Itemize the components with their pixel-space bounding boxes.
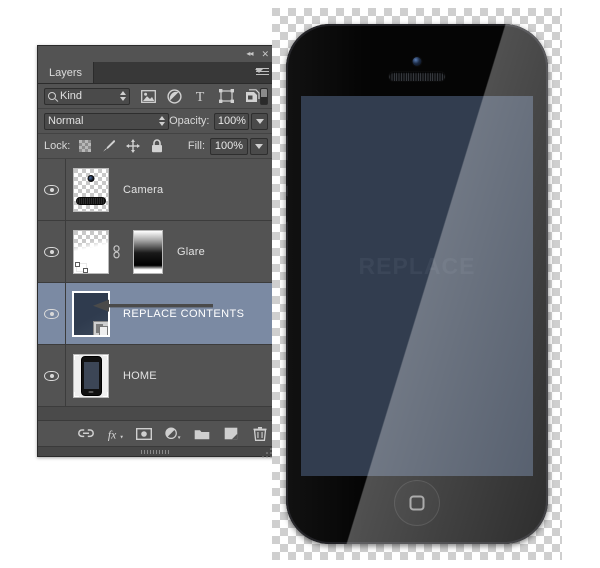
blend-mode-select[interactable]: Normal xyxy=(44,112,170,130)
eye-icon xyxy=(44,246,59,257)
home-button xyxy=(394,480,440,526)
lock-position-icon[interactable] xyxy=(126,139,141,153)
panel-titlebar: ◂◂ ✕ xyxy=(38,46,274,62)
layer-thumbnail[interactable] xyxy=(73,353,109,398)
fill-value[interactable]: 100% xyxy=(210,137,248,155)
speaker-grille-art xyxy=(76,196,106,205)
layer-visibility-toggle[interactable] xyxy=(38,283,66,344)
eye-icon xyxy=(44,184,59,195)
adjustment-layer-filter-icon[interactable] xyxy=(167,88,182,104)
layer-filter-row: Kind T xyxy=(38,84,274,109)
table-row[interactable]: REPLACE CONTENTS xyxy=(38,283,274,345)
tab-layers-label: Layers xyxy=(49,66,83,79)
table-row[interactable]: HOME xyxy=(38,345,274,407)
layer-thumbnail[interactable] xyxy=(73,229,109,274)
layer-visibility-toggle[interactable] xyxy=(38,345,66,406)
home-square-icon xyxy=(409,495,425,511)
filter-kind-select[interactable]: Kind xyxy=(44,87,130,105)
grip-handle-icon xyxy=(141,450,171,454)
link-mask-icon[interactable] xyxy=(111,230,121,274)
shape-layer-filter-icon[interactable] xyxy=(218,89,234,104)
pixel-layer-filter-icon[interactable] xyxy=(140,89,156,104)
layer-name-label: HOME xyxy=(123,369,157,382)
chevron-updown-icon xyxy=(159,116,166,126)
table-row[interactable]: Camera xyxy=(38,159,274,221)
filter-enable-toggle[interactable] xyxy=(259,87,268,105)
layer-visibility-toggle[interactable] xyxy=(38,159,66,220)
tab-layers[interactable]: Layers xyxy=(38,62,95,83)
screen-placeholder-text: Replace xyxy=(358,244,476,282)
resize-dots-icon xyxy=(262,445,272,458)
opacity-value[interactable]: 100% xyxy=(214,112,250,130)
layer-visibility-toggle[interactable] xyxy=(38,221,66,282)
layers-list: Camera Glare REPLACE CONTENTS HOME xyxy=(38,159,274,420)
vector-mask-badge-icon xyxy=(75,261,88,273)
filter-kind-label: Kind xyxy=(60,90,83,102)
layers-panel-toolbar: fx xyxy=(38,420,274,446)
eye-icon xyxy=(44,308,59,319)
volume-down-button xyxy=(286,196,288,222)
layer-name-label: REPLACE CONTENTS xyxy=(123,307,245,320)
search-icon xyxy=(48,92,56,100)
layers-panel: ◂◂ ✕ Layers Kind T Normal Opacity: 100% … xyxy=(37,45,275,458)
smart-object-badge-icon xyxy=(93,320,108,335)
svg-text:T: T xyxy=(196,90,205,103)
lock-label: Lock: xyxy=(44,140,71,152)
link-layers-icon[interactable] xyxy=(78,426,94,442)
layer-name-label: Glare xyxy=(177,245,205,258)
eye-icon xyxy=(44,370,59,381)
phone-mockup: Replace xyxy=(286,24,548,544)
panel-tab-row: Layers xyxy=(38,62,274,84)
table-row[interactable]: Glare xyxy=(38,221,274,283)
lock-fill-row: Lock: Fill: 100% xyxy=(38,134,274,159)
new-group-icon[interactable] xyxy=(194,426,210,442)
layer-style-fx-icon[interactable]: fx xyxy=(107,426,123,442)
close-icon[interactable]: ✕ xyxy=(261,49,269,59)
home-phone-art xyxy=(74,354,108,397)
blend-mode-label: Normal xyxy=(48,115,84,127)
blend-opacity-row: Normal Opacity: 100% xyxy=(38,109,274,134)
opacity-label: Opacity: xyxy=(169,115,210,127)
phone-screen: Replace xyxy=(301,96,533,476)
panel-resize-grip[interactable] xyxy=(38,445,274,458)
layer-thumbnail[interactable] xyxy=(73,167,109,212)
type-layer-filter-icon[interactable]: T xyxy=(193,89,208,104)
earpiece-speaker xyxy=(389,72,445,81)
chevron-updown-icon xyxy=(119,91,126,101)
power-button xyxy=(462,24,488,26)
panel-menu-icon[interactable] xyxy=(255,68,269,78)
svg-text:fx: fx xyxy=(108,429,117,441)
fill-slider-arrow[interactable] xyxy=(250,137,268,155)
smart-object-filter-icon[interactable] xyxy=(245,89,260,104)
opacity-slider-arrow[interactable] xyxy=(251,112,268,130)
layer-mask-thumbnail[interactable] xyxy=(133,229,163,274)
new-layer-icon[interactable] xyxy=(223,426,239,442)
layer-name-label: Camera xyxy=(123,183,164,196)
front-camera-icon xyxy=(412,57,422,66)
delete-layer-icon[interactable] xyxy=(252,426,268,442)
fill-label: Fill: xyxy=(187,140,205,152)
mute-switch xyxy=(286,120,288,136)
new-adjustment-layer-icon[interactable] xyxy=(165,426,181,442)
lock-transparency-icon[interactable] xyxy=(78,139,92,153)
lock-all-icon[interactable] xyxy=(150,139,164,153)
layer-thumbnail[interactable] xyxy=(72,290,110,337)
canvas-transparency-area: Replace xyxy=(272,8,562,560)
camera-dot-art xyxy=(87,175,95,183)
add-layer-mask-icon[interactable] xyxy=(136,426,152,442)
volume-up-button xyxy=(286,160,288,186)
double-left-arrow-icon[interactable]: ◂◂ xyxy=(246,50,253,58)
lock-image-icon[interactable] xyxy=(102,139,116,153)
